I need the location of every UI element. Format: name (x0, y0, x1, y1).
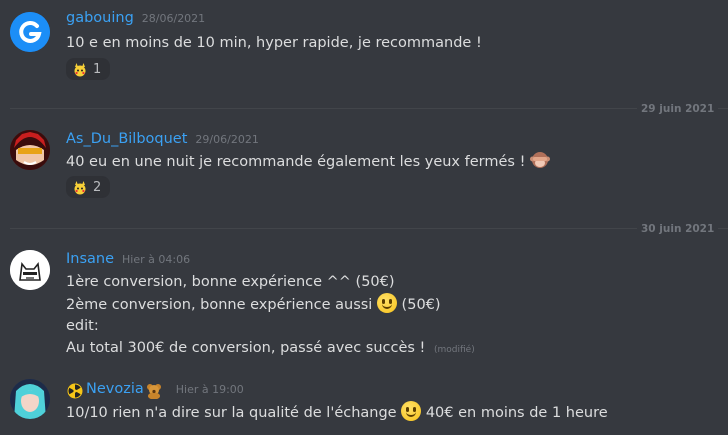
message-line-text: 2ème conversion, bonne expérience aussi (66, 297, 373, 313)
date-divider (10, 108, 728, 109)
avatar-logo-icon (10, 12, 50, 52)
reaction-count: 2 (93, 179, 102, 195)
username[interactable]: Nevozia (86, 381, 144, 397)
teddy-bear-icon (146, 383, 162, 400)
message-text: 10 e en moins de 10 min, hyper rapide, j… (66, 35, 482, 51)
timestamp: Hier à 19:00 (175, 383, 244, 396)
message-line: 2ème conversion, bonne expérience aussi … (66, 293, 441, 316)
reaction-button[interactable]: 1 (66, 58, 111, 80)
avatar-cat-icon (10, 250, 50, 290)
date-divider (10, 228, 728, 229)
avatar[interactable] (10, 130, 50, 170)
username[interactable]: Insane (66, 251, 114, 267)
message-line: 1ère conversion, bonne expérience ^^ (50… (66, 274, 395, 290)
timestamp: 28/06/2021 (141, 12, 206, 25)
message-line: edit: (66, 318, 99, 334)
reaction-count: 1 (93, 61, 102, 77)
avatar-anime-icon (10, 379, 50, 419)
avatar[interactable] (10, 12, 50, 52)
see-no-evil-monkey-icon (530, 150, 550, 170)
message-text: 40 eu en une nuit je recommande égalemen… (66, 150, 550, 173)
message-text: 10/10 rien n'a dire sur la qualité de l'… (66, 401, 608, 424)
edited-marker: (modifié) (433, 345, 475, 355)
date-divider-label: 30 juin 2021 (637, 223, 719, 235)
avatar[interactable] (10, 379, 50, 419)
username[interactable]: As_Du_Bilboquet (66, 131, 187, 147)
message-line: Au total 300€ de conversion, passé avec … (66, 337, 475, 361)
radioactive-icon (66, 383, 84, 399)
timestamp: Hier à 04:06 (122, 253, 191, 266)
message-line-text: 40€ en moins de 1 heure (421, 405, 608, 421)
reaction-button[interactable]: 2 (66, 176, 111, 198)
message-line-text: Au total 300€ de conversion, passé avec … (66, 340, 426, 356)
avatar[interactable] (10, 250, 50, 290)
message-line-text: 10/10 rien n'a dire sur la qualité de l'… (66, 405, 397, 421)
timestamp: 29/06/2021 (195, 133, 259, 146)
avatar-character-icon (10, 130, 50, 170)
message-text-content: 40 eu en une nuit je recommande égalemen… (66, 154, 526, 170)
slight-smile-icon (376, 293, 397, 313)
message-line-text: (50€) (396, 297, 441, 313)
pikachu-icon (73, 62, 87, 77)
username[interactable]: gabouing (66, 10, 134, 26)
pikachu-icon (73, 180, 87, 195)
date-divider-label: 29 juin 2021 (637, 103, 719, 115)
slight-smile-icon (401, 401, 422, 421)
